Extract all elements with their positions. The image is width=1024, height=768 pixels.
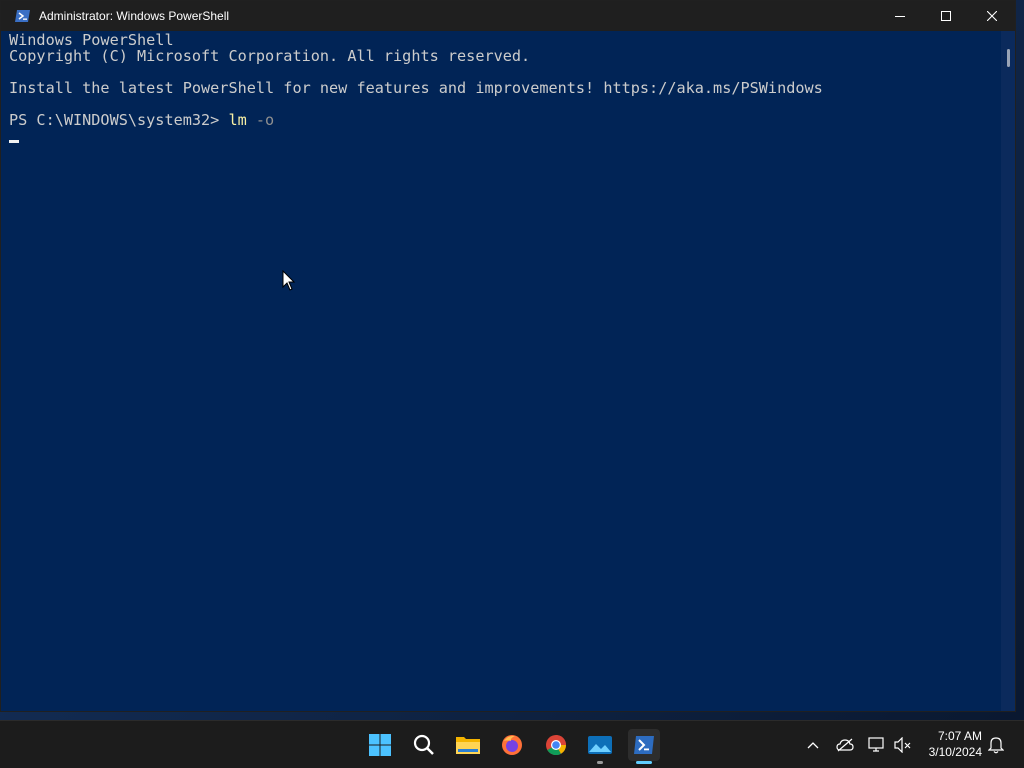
maximize-button[interactable] bbox=[923, 1, 969, 31]
close-button[interactable] bbox=[969, 1, 1015, 31]
console-output[interactable]: Windows PowerShell Copyright (C) Microso… bbox=[1, 31, 1001, 711]
onedrive-icon[interactable] bbox=[835, 735, 855, 755]
file-explorer-icon[interactable] bbox=[452, 729, 484, 761]
powershell-window[interactable]: Administrator: Windows PowerShell Window… bbox=[0, 0, 1016, 712]
photos-icon[interactable] bbox=[584, 729, 616, 764]
chevron-up-icon[interactable] bbox=[803, 735, 823, 755]
volume-muted-icon[interactable] bbox=[893, 735, 913, 755]
vertical-scrollbar[interactable] bbox=[1001, 31, 1015, 711]
title-bar[interactable]: Administrator: Windows PowerShell bbox=[1, 1, 1015, 31]
system-clock[interactable]: 7:07 AM 3/10/2024 bbox=[929, 728, 982, 760]
minimize-icon bbox=[895, 16, 905, 17]
maximize-icon bbox=[941, 11, 951, 21]
clock-time: 7:07 AM bbox=[937, 729, 982, 743]
active-indicator bbox=[636, 761, 652, 764]
close-icon bbox=[987, 11, 997, 21]
search-icon[interactable] bbox=[408, 729, 440, 761]
window-title: Administrator: Windows PowerShell bbox=[39, 9, 230, 23]
notifications-icon[interactable] bbox=[986, 735, 1006, 755]
console-line-copyright: Copyright (C) Microsoft Corporation. All… bbox=[9, 47, 531, 65]
network-icon[interactable] bbox=[867, 735, 887, 755]
start-icon[interactable] bbox=[364, 729, 396, 761]
taskbar: 7:07 AM 3/10/2024 bbox=[0, 720, 1024, 768]
running-indicator bbox=[597, 761, 603, 764]
console-line-install: Install the latest PowerShell for new fe… bbox=[9, 79, 823, 97]
minimize-button[interactable] bbox=[877, 1, 923, 31]
clock-date: 3/10/2024 bbox=[928, 745, 982, 759]
chrome-icon[interactable] bbox=[540, 729, 572, 761]
powershell-icon bbox=[15, 8, 31, 24]
text-cursor bbox=[9, 140, 19, 143]
powershell-taskbar-icon[interactable] bbox=[628, 729, 660, 764]
command-text: lm bbox=[228, 111, 247, 129]
scrollbar-thumb[interactable] bbox=[1007, 49, 1010, 67]
console-line-header: Windows PowerShell bbox=[9, 31, 174, 49]
mouse-pointer-icon bbox=[282, 270, 296, 291]
parameter-text: -o bbox=[246, 111, 275, 129]
console-prompt-line: PS C:\WINDOWS\system32> lm -o bbox=[9, 112, 274, 128]
prompt-text: PS C:\WINDOWS\system32> bbox=[9, 111, 229, 129]
firefox-icon[interactable] bbox=[496, 729, 528, 761]
